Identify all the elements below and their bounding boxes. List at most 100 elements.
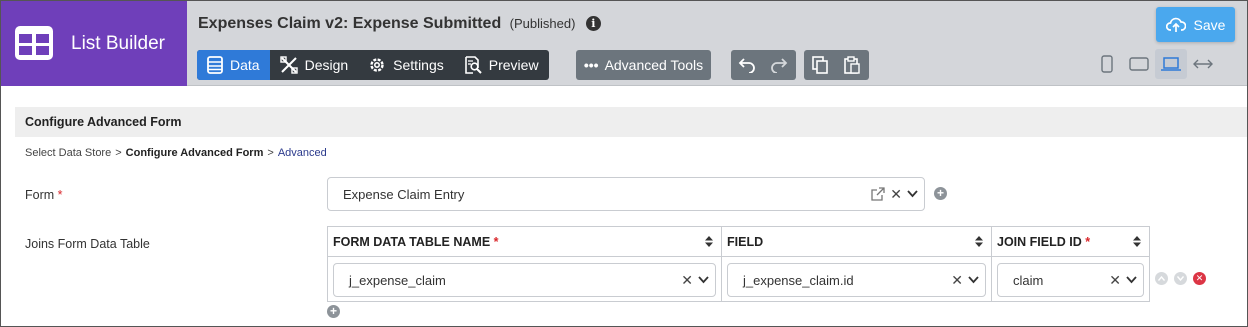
joins-table: FORM DATA TABLE NAME * FIELD JOIN FIELD … [327,226,1150,302]
tab-data[interactable]: Data [197,50,270,80]
mobile-icon [1101,55,1113,73]
clear-icon[interactable]: ✕ [1109,272,1121,289]
breadcrumb-separator: > [115,147,122,159]
tab-settings-label: Settings [393,57,444,73]
redo-button[interactable] [763,50,795,80]
column-header-join-field-id[interactable]: JOIN FIELD ID * [991,226,1150,257]
breadcrumb-select-data-store[interactable]: Select Data Store [25,147,111,159]
gear-icon [370,58,384,72]
chevron-down-icon[interactable] [1126,276,1137,284]
tab-preview[interactable]: Preview [454,50,549,80]
required-mark: * [57,188,63,202]
column-header-label: FIELD [727,234,764,249]
joins-label: Joins Form Data Table [25,237,150,251]
undo-icon [738,58,755,73]
tab-preview-label: Preview [488,57,539,73]
form-field-label: Form * [25,188,63,202]
clear-icon[interactable]: ✕ [951,272,963,289]
field-select[interactable]: j_expense_claim.id ✕ [727,263,986,297]
table-name-value: j_expense_claim [349,272,446,288]
select-controls: ✕ [676,264,709,296]
table-icon [207,56,223,74]
column-header-label: JOIN FIELD ID [997,234,1082,249]
table-cell-table-name: j_expense_claim ✕ [327,256,722,302]
paste-button[interactable] [836,50,868,80]
main-tabs: Data Design Settings Preview [197,50,549,80]
redo-icon [771,58,788,73]
list-builder-logo-icon [15,26,53,60]
top-header: List Builder Expenses Claim v2: Expense … [1,1,1247,86]
horizontal-expand-icon [1193,59,1213,69]
design-tools-icon [279,56,298,74]
external-link-icon[interactable] [871,187,885,201]
chevron-down-icon[interactable] [698,276,709,284]
section-header: Configure Advanced Form [15,107,1247,137]
form-select-controls: ✕ [871,178,918,210]
table-cell-join-field-id: claim ✕ [991,256,1150,302]
add-form-icon[interactable]: + [934,187,947,200]
copy-icon [812,56,828,74]
copy-button[interactable] [804,50,836,80]
add-join-row-icon[interactable]: + [327,305,340,318]
laptop-view-button[interactable] [1155,49,1187,79]
breadcrumb-current: Configure Advanced Form [125,147,264,159]
required-mark: * [493,234,499,249]
join-field-id-value: claim [1013,272,1044,288]
column-header-field[interactable]: FIELD [721,226,992,257]
publish-status: (Published) [509,16,576,31]
tablet-icon [1129,57,1149,71]
form-select[interactable]: Expense Claim Entry ✕ [327,177,925,211]
cloud-upload-icon [1165,17,1186,32]
tab-data-label: Data [230,57,260,73]
sort-icon [1133,236,1141,247]
full-width-view-button[interactable] [1187,49,1219,79]
breadcrumb: Select Data Store > Configure Advanced For… [25,147,327,159]
undo-button[interactable] [731,50,763,80]
advanced-tools-label: Advanced Tools [604,57,704,73]
field-value: j_expense_claim.id [743,272,854,288]
paste-icon [844,56,860,74]
advanced-tools-button[interactable]: ••• Advanced Tools [576,50,711,80]
save-button[interactable]: Save [1156,7,1235,42]
column-header-label: FORM DATA TABLE NAME [333,234,491,249]
chevron-down-icon[interactable] [968,276,979,284]
joins-header-row: FORM DATA TABLE NAME * FIELD JOIN FIELD … [327,226,1150,257]
tab-design-label: Design [304,57,349,73]
copy-paste-group [804,50,869,80]
table-row: j_expense_claim ✕ j_expense_claim.id ✕ c… [327,256,1150,302]
tab-design[interactable]: Design [270,50,359,80]
preview-icon [464,56,482,74]
mobile-view-button[interactable] [1091,49,1123,79]
laptop-icon [1161,57,1181,71]
remove-row-icon[interactable]: ✕ [1193,272,1206,285]
table-name-select[interactable]: j_expense_claim ✕ [333,263,716,297]
more-dots-icon: ••• [583,57,599,73]
brand-name: List Builder [71,33,165,54]
clear-icon[interactable]: ✕ [890,186,902,203]
move-down-icon[interactable] [1174,272,1187,285]
breadcrumb-separator: > [267,147,274,159]
clear-icon[interactable]: ✕ [681,272,693,289]
breadcrumb-advanced[interactable]: Advanced [278,147,327,159]
sort-icon [705,236,713,247]
sort-icon [975,236,983,247]
move-up-icon[interactable] [1155,272,1168,285]
page-title-text: Expenses Claim v2: Expense Submitted [198,15,502,32]
page-title: Expenses Claim v2: Expense Submitted (Pu… [198,15,601,33]
join-field-id-select[interactable]: claim ✕ [997,263,1144,297]
tab-settings[interactable]: Settings [358,50,454,80]
tablet-view-button[interactable] [1123,49,1155,79]
form-select-value: Expense Claim Entry [343,186,465,202]
device-view-switcher [1091,49,1219,79]
save-button-label: Save [1193,16,1226,33]
form-label-text: Form [25,188,55,202]
brand-panel: List Builder [1,1,187,86]
select-controls: ✕ [946,264,979,296]
required-mark: * [1085,234,1091,249]
select-controls: ✕ [1104,264,1137,296]
column-header-table-name[interactable]: FORM DATA TABLE NAME * [327,226,722,257]
row-controls: ✕ [1155,272,1212,285]
app-window: List Builder Expenses Claim v2: Expense … [0,0,1248,327]
info-icon[interactable]: i [585,16,601,31]
chevron-down-icon[interactable] [907,190,918,198]
